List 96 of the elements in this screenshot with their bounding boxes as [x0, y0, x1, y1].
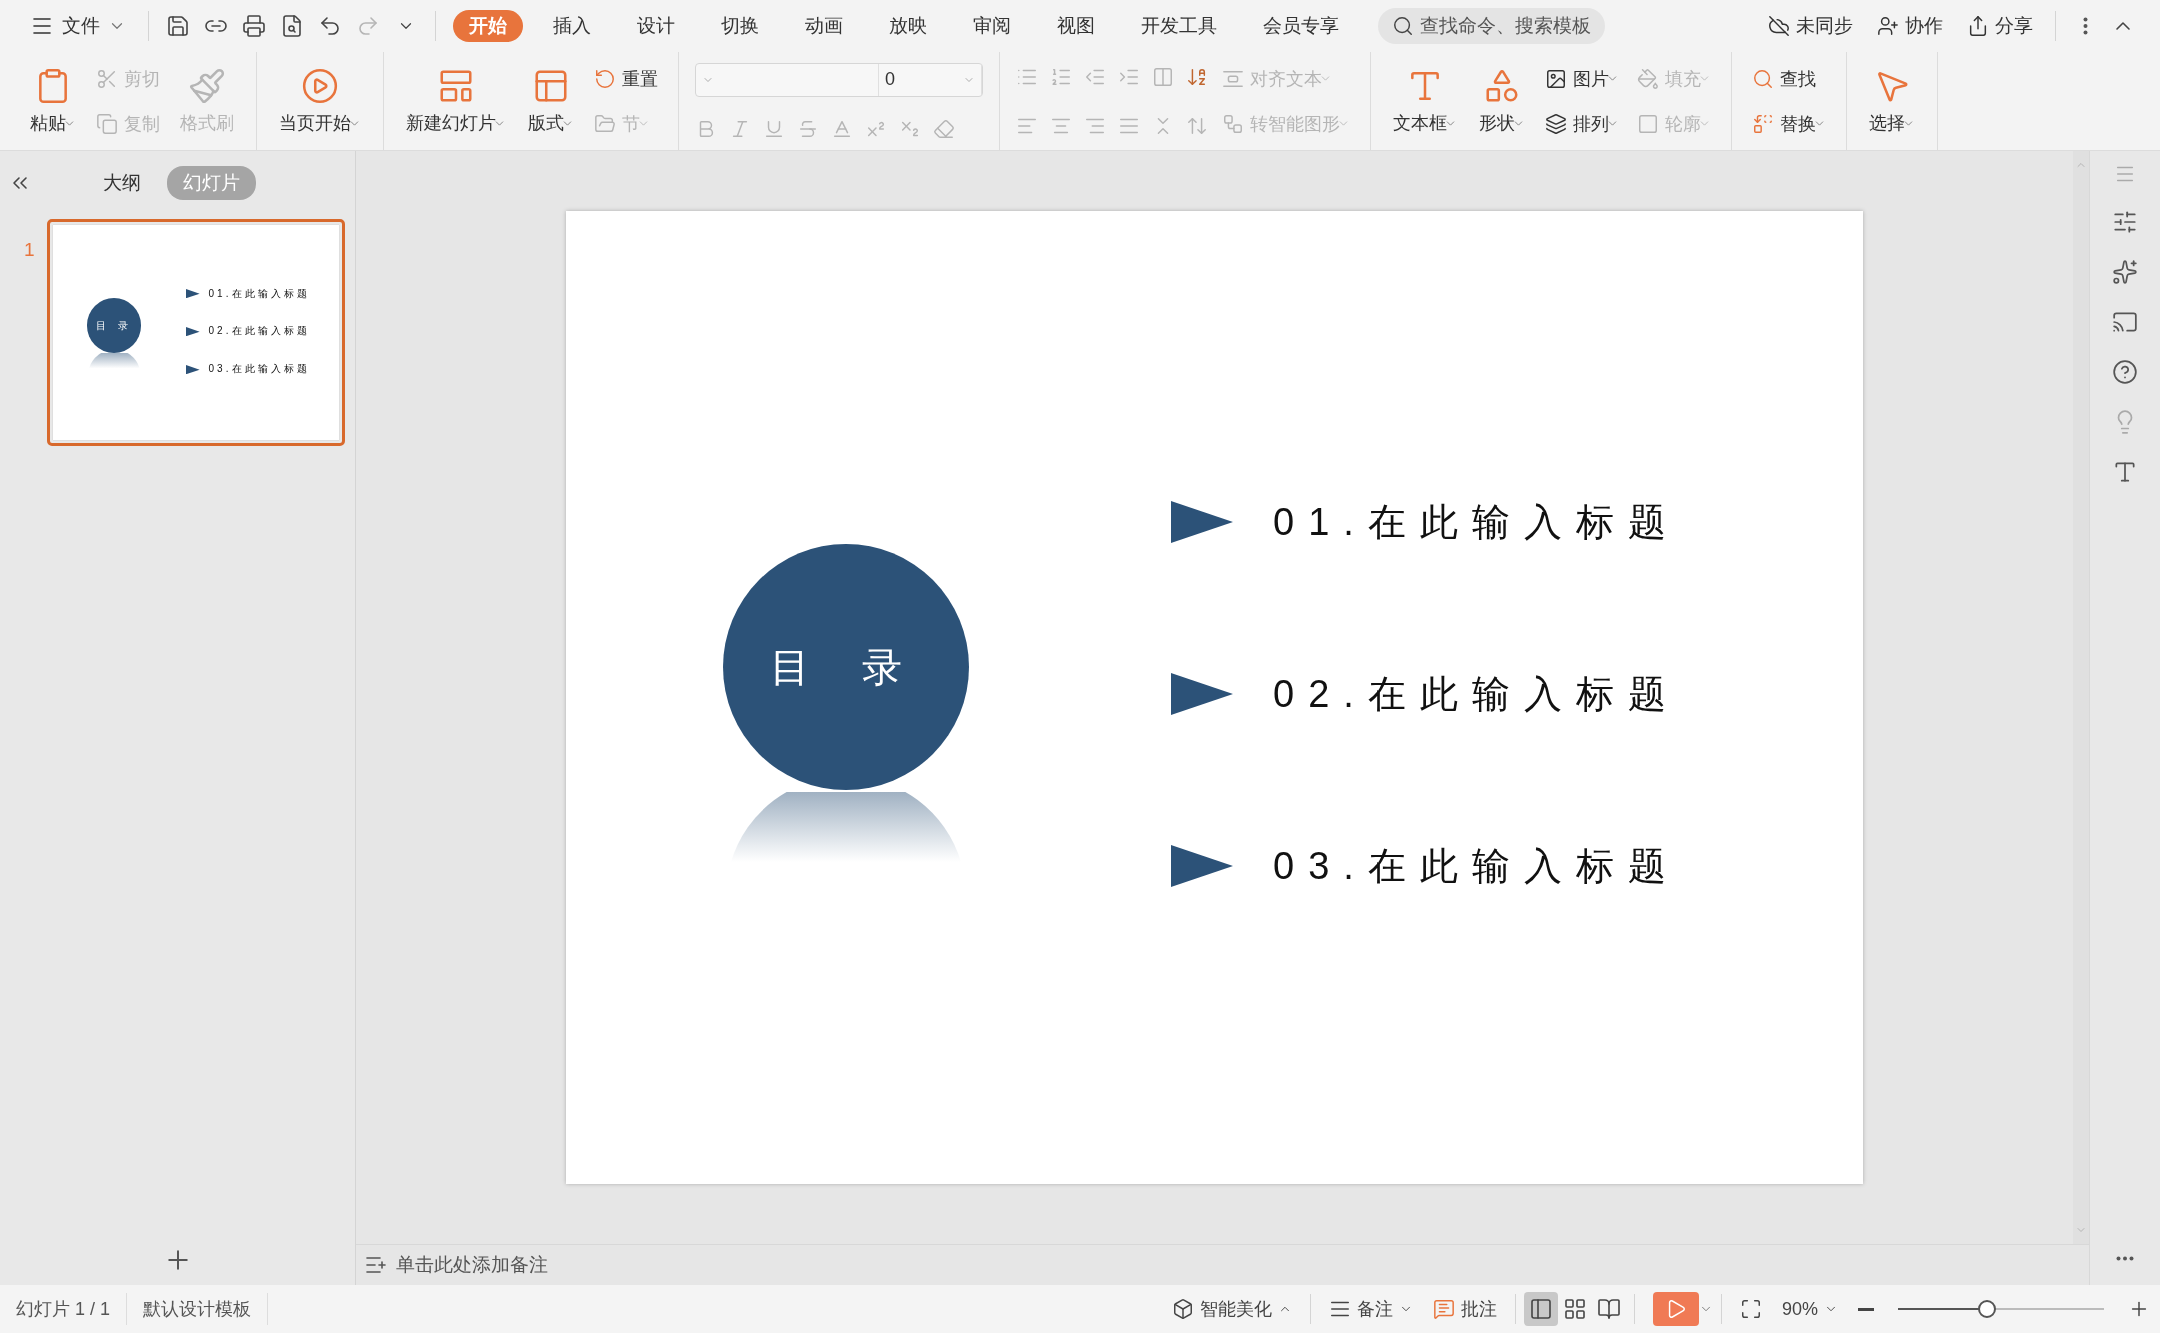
ribbon-tab[interactable]: 切换: [705, 10, 775, 42]
font-size-field[interactable]: 0: [879, 63, 982, 96]
undo-icon: [318, 14, 342, 38]
fit-icon: [1739, 1298, 1762, 1320]
cloud-icon: [1768, 15, 1790, 37]
cube-icon: [1171, 1298, 1194, 1320]
reading-view-icon: [1596, 1297, 1621, 1321]
slide-counter: 幻灯片 1 / 1: [0, 1293, 128, 1325]
slide-number: 1: [24, 238, 35, 262]
toolbar-action[interactable]: 分享: [1957, 13, 2043, 39]
view-button[interactable]: [1523, 1292, 1558, 1326]
ribbon-button[interactable]: 粘贴: [24, 56, 82, 146]
ribbon-tab[interactable]: 动画: [789, 10, 859, 42]
play-button[interactable]: [1652, 1292, 1699, 1326]
text-icon: [2112, 459, 2138, 485]
share-icon: [1967, 15, 1989, 37]
ribbon-tab[interactable]: 会员专享: [1247, 10, 1355, 42]
brush-icon: [188, 67, 226, 105]
toolbar-action[interactable]: 协作: [1867, 13, 1953, 39]
layout-icon: [532, 67, 570, 105]
toolbar-action[interactable]: 未同步: [1758, 13, 1863, 39]
triangle-bullet-icon: [1171, 845, 1233, 887]
ribbon-tab[interactable]: 视图: [1041, 10, 1111, 42]
new-slide-icon: [437, 67, 475, 105]
beautify-button[interactable]: 智能美化: [1161, 1297, 1302, 1321]
text-direction-icon: [1152, 65, 1174, 88]
outline-icon: [1637, 112, 1659, 135]
slide-title: 目 录: [770, 643, 922, 691]
ribbon-button[interactable]: 当页开始: [273, 56, 367, 146]
file-menu[interactable]: 文件: [20, 6, 136, 46]
smart-art-icon: [1222, 112, 1244, 135]
ribbon-button[interactable]: 图片: [1541, 64, 1623, 93]
triangle-bullet-icon: [185, 288, 200, 299]
slide-item-text: 02.在此输入标题: [208, 324, 311, 339]
comments-button[interactable]: 批注: [1422, 1297, 1507, 1321]
slide-item-text: 01.在此输入标题: [208, 286, 311, 301]
slide-item-text: 03.在此输入标题: [208, 362, 311, 377]
preview-icon: [280, 14, 304, 38]
sliders-icon: [2112, 209, 2138, 235]
slide-title: 目 录: [96, 318, 133, 333]
ribbon-tab[interactable]: 开发工具: [1125, 10, 1233, 42]
replace-icon: [1752, 112, 1774, 135]
slideshow-icon: [2112, 309, 2138, 335]
help-icon: [2112, 359, 2138, 385]
add-user-icon: [1877, 15, 1899, 37]
star-icon: [2112, 259, 2138, 285]
more-icon: [2082, 17, 2088, 35]
copy-icon: [96, 112, 118, 135]
picture-icon: [1545, 67, 1567, 90]
scrollbar[interactable]: [2073, 151, 2089, 1244]
triangle-bullet-icon: [1171, 501, 1233, 543]
scissors-icon: [96, 67, 118, 90]
ribbon-button[interactable]: 新建幻灯片: [400, 56, 512, 146]
layers-icon: [1545, 112, 1567, 135]
slide-item-text: 01.在此输入标题: [1273, 499, 1680, 545]
slide-item-text: 02.在此输入标题: [1273, 671, 1680, 717]
panel-tab[interactable]: 大纲: [87, 166, 158, 200]
save-icon: [166, 14, 190, 38]
notes-button[interactable]: 备注: [1318, 1297, 1423, 1321]
slide-item-text: 03.在此输入标题: [1273, 843, 1680, 889]
circle-reflection: [88, 353, 140, 369]
search-icon: [1752, 67, 1774, 90]
ribbon-tab[interactable]: 审阅: [957, 10, 1027, 42]
ribbon-tab[interactable]: 放映: [873, 10, 943, 42]
reset-icon: [594, 67, 616, 90]
ribbon-button[interactable]: 文本框: [1387, 56, 1463, 146]
search-icon: [1392, 15, 1414, 37]
ribbon-button[interactable]: 替换: [1748, 109, 1830, 138]
template-name: 默认设计模板: [127, 1293, 269, 1325]
normal-view-icon: [1528, 1297, 1553, 1321]
more-icon: [2116, 1256, 2134, 1261]
triangle-bullet-icon: [1171, 673, 1233, 715]
slide-thumbnail[interactable]: 目 录 01.在此输入标题 02.在此输入标题 03.在此输入标题: [46, 219, 345, 446]
ribbon-tab[interactable]: 设计: [621, 10, 691, 42]
zoom-slider-thumb[interactable]: [1977, 1300, 1996, 1318]
notes-placeholder[interactable]: 单击此处添加备注: [396, 1252, 548, 1278]
comment-icon: [1432, 1298, 1455, 1320]
grid-view-icon: [1562, 1297, 1587, 1321]
ribbon-button[interactable]: 形状: [1473, 56, 1531, 146]
zoom-dropdown[interactable]: 90%: [1771, 1298, 1848, 1320]
minus-icon: [1858, 1307, 1874, 1311]
search-field[interactable]: 查找命令、搜索模板: [1378, 8, 1605, 44]
ribbon-tab[interactable]: 插入: [537, 10, 607, 42]
ribbon-button[interactable]: 查找: [1748, 64, 1830, 93]
eraser-icon: [933, 117, 955, 140]
section-icon: [594, 112, 616, 135]
ribbon-button[interactable]: 排列: [1541, 109, 1623, 138]
redo-icon: [356, 14, 380, 38]
triangle-bullet-icon: [185, 326, 200, 337]
printer-icon: [242, 14, 266, 38]
ribbon-button[interactable]: 版式: [522, 56, 580, 146]
ribbon-button[interactable]: 选择: [1863, 56, 1921, 146]
fill-icon: [1637, 67, 1659, 90]
ribbon-button[interactable]: 重置: [590, 64, 662, 93]
play-circle-icon: [301, 67, 339, 105]
triangle-bullet-icon: [185, 364, 200, 374]
